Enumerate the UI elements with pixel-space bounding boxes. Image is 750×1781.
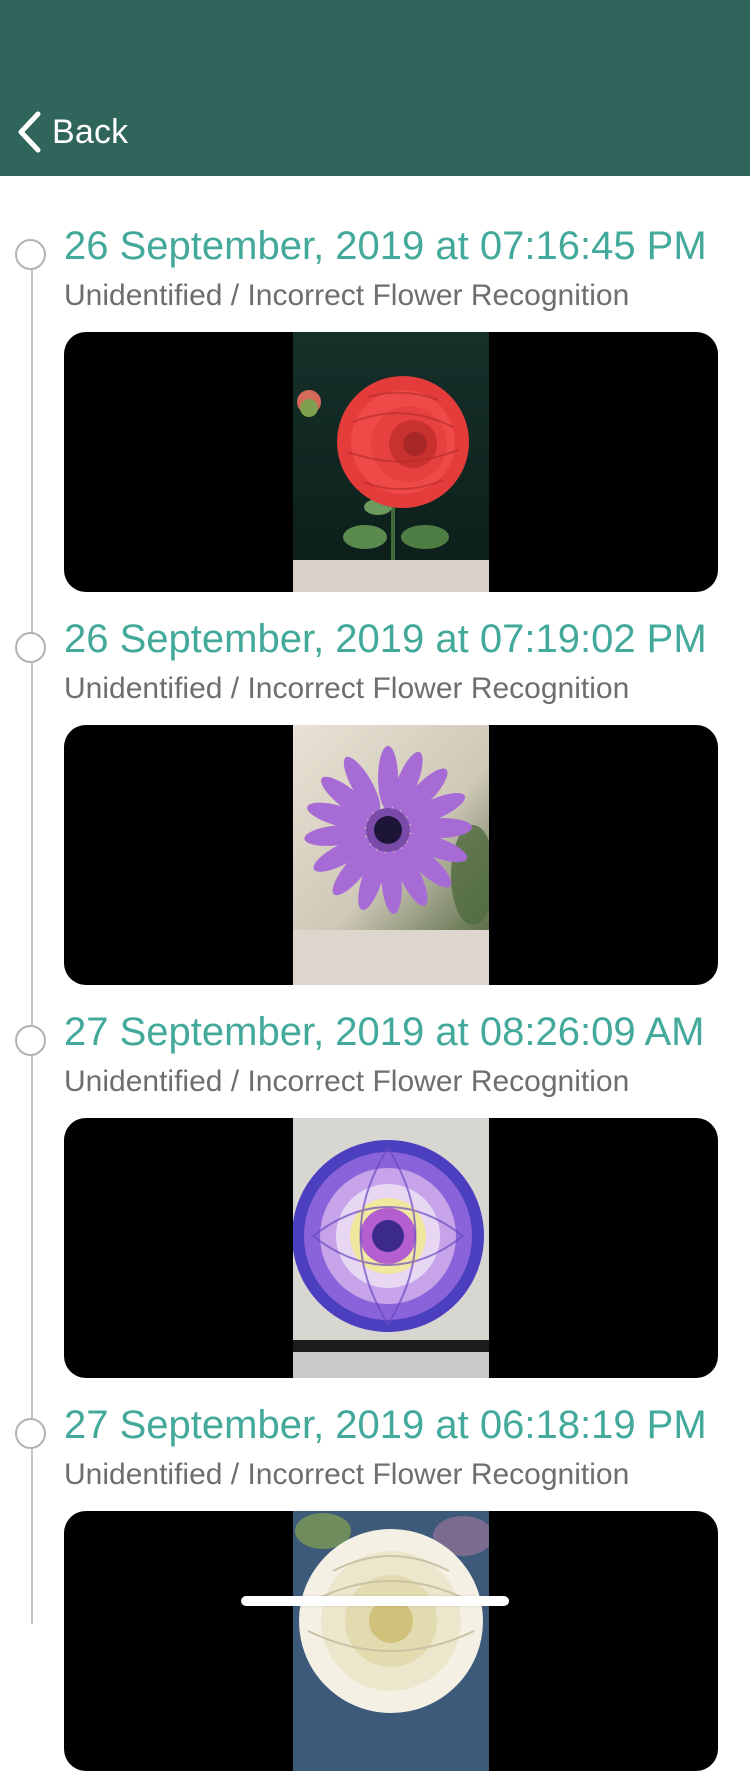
timeline-dot (15, 632, 46, 663)
timeline-entry: 26 September, 2019 at 07:19:02 PM Uniden… (0, 615, 750, 995)
flower-photo (293, 332, 489, 592)
timeline-dot (15, 1418, 46, 1449)
entry-description: Unidentified / Incorrect Flower Recognit… (64, 279, 630, 312)
timeline-entry: 27 September, 2019 at 06:18:19 PM Uniden… (0, 1401, 750, 1781)
flower-photo (293, 1511, 489, 1771)
entry-description: Unidentified / Incorrect Flower Recognit… (64, 1458, 630, 1491)
entry-date: 27 September, 2019 at 08:26:09 AM (64, 1010, 705, 1054)
timeline-entry: 26 September, 2019 at 07:16:45 PM Uniden… (0, 222, 750, 602)
back-button[interactable]: Back (16, 108, 128, 156)
flower-photo (293, 725, 489, 985)
entry-date: 26 September, 2019 at 07:16:45 PM (64, 224, 707, 268)
photo-card[interactable] (64, 1118, 718, 1378)
chevron-left-icon (16, 111, 42, 153)
timeline-entry: 27 September, 2019 at 08:26:09 AM Uniden… (0, 1008, 750, 1388)
timeline-dot (15, 1025, 46, 1056)
back-label: Back (52, 112, 129, 151)
flower-photo (293, 1118, 489, 1378)
photo-card[interactable] (64, 332, 718, 592)
entry-date: 26 September, 2019 at 07:19:02 PM (64, 617, 707, 661)
entry-description: Unidentified / Incorrect Flower Recognit… (64, 1065, 630, 1098)
entry-date: 27 September, 2019 at 06:18:19 PM (64, 1403, 707, 1447)
home-indicator[interactable] (241, 1596, 509, 1606)
entry-description: Unidentified / Incorrect Flower Recognit… (64, 672, 630, 705)
photo-card[interactable] (64, 725, 718, 985)
photo-card[interactable] (64, 1511, 718, 1771)
navigation-bar: Back (0, 0, 750, 176)
timeline-dot (15, 239, 46, 270)
